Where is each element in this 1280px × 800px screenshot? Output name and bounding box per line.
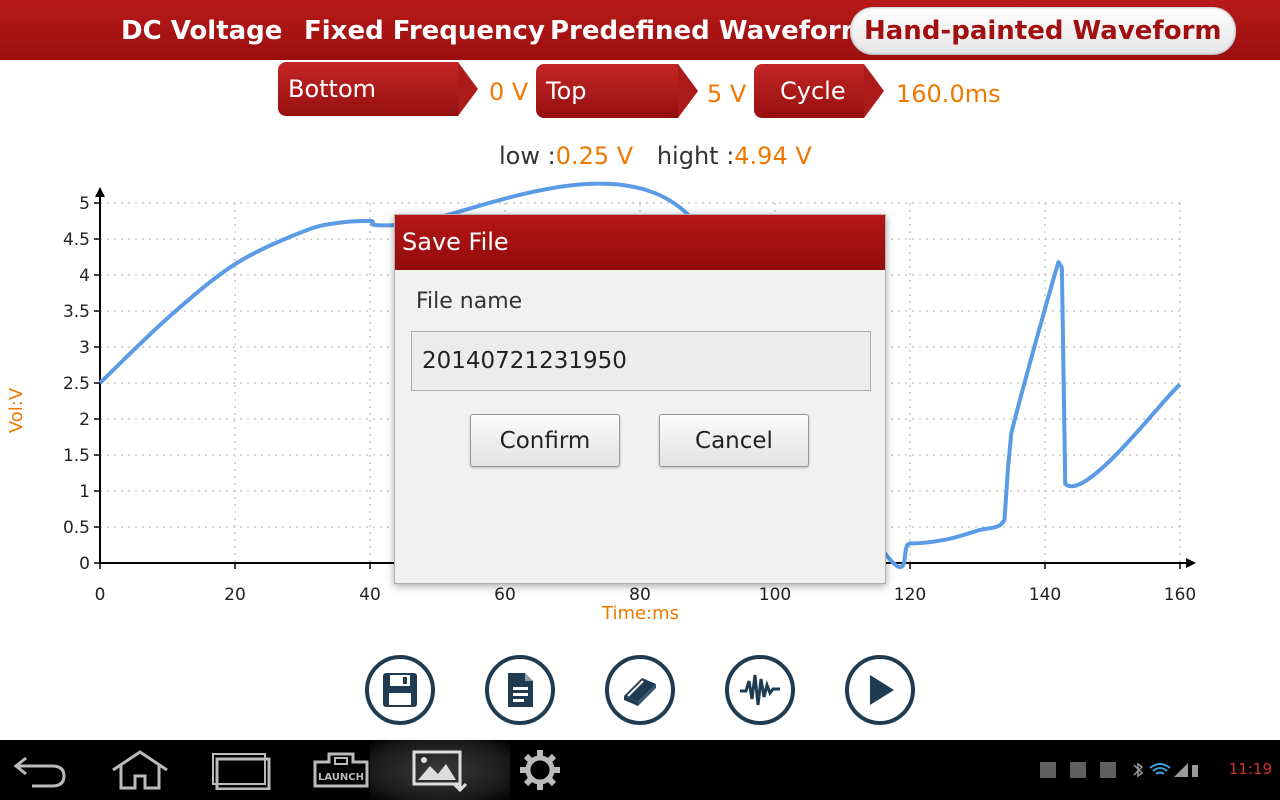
home-button[interactable] xyxy=(108,740,172,800)
file-name-input[interactable] xyxy=(411,331,871,391)
low-label: low : xyxy=(499,142,556,170)
back-button[interactable] xyxy=(10,740,70,800)
screenshot-icon xyxy=(412,750,468,793)
save-button[interactable] xyxy=(365,655,435,725)
eraser-button[interactable] xyxy=(605,655,675,725)
file-name-label: File name xyxy=(416,289,523,314)
screenshot-button[interactable] xyxy=(370,740,510,800)
y-axis-arrow xyxy=(95,187,105,197)
cycle-value: 160.0ms xyxy=(896,80,1001,108)
x-tick-label: 140 xyxy=(1029,585,1061,605)
cancel-button[interactable]: Cancel xyxy=(659,414,809,467)
waveform-icon xyxy=(740,674,780,706)
x-tick-label: 40 xyxy=(359,585,381,605)
y-tick-label: 1 xyxy=(79,482,90,502)
x-tick-label: 20 xyxy=(224,585,246,605)
wifi-icon xyxy=(1149,763,1171,775)
connectivity-icons xyxy=(1133,762,1198,778)
y-tick-label: 2 xyxy=(79,410,90,430)
system-nav-bar: LAUNCH 11:19 xyxy=(0,740,1280,800)
battery-icon xyxy=(1192,765,1198,777)
y-tick-label: 4.5 xyxy=(63,230,90,250)
clock: 11:19 xyxy=(1228,760,1272,778)
high-label: hight : xyxy=(656,142,735,170)
x-axis-arrow xyxy=(1186,558,1196,568)
y-tick-label: 0 xyxy=(79,554,90,574)
x-tick-label: 80 xyxy=(629,585,651,605)
y-tick-label: 0.5 xyxy=(63,518,90,538)
tab-predefined-waveform[interactable]: Predefined Waveform xyxy=(550,8,868,54)
bottom-voltage-value: 0 V xyxy=(489,78,529,106)
screenshot-notification-icon-2 xyxy=(1100,762,1116,778)
recent-apps-icon xyxy=(212,753,271,790)
top-voltage-value: 5 V xyxy=(707,80,747,108)
launch-button[interactable]: LAUNCH xyxy=(306,740,376,800)
settings-button[interactable] xyxy=(512,740,568,800)
y-axis-title: Vol:V xyxy=(6,387,28,434)
play-button[interactable] xyxy=(845,655,915,725)
launch-label: LAUNCH xyxy=(318,772,364,783)
x-tick-label: 0 xyxy=(95,585,106,605)
screenshot-notification-icon xyxy=(1070,762,1086,778)
cycle-button[interactable]: Cycle xyxy=(754,64,884,118)
launch-icon: LAUNCH xyxy=(313,752,369,788)
bluetooth-icon xyxy=(1133,762,1144,778)
x-tick-label: 160 xyxy=(1164,585,1196,605)
open-file-button[interactable] xyxy=(485,655,555,725)
home-icon xyxy=(112,750,168,790)
low-value: 0.25 V xyxy=(555,142,634,170)
y-tick-label: 3.5 xyxy=(63,302,90,322)
x-tick-label: 120 xyxy=(894,585,926,605)
mode-tab-bar: DC Voltage Fixed Frequency Predefined Wa… xyxy=(0,0,1280,60)
tab-fixed-frequency[interactable]: Fixed Frequency xyxy=(304,8,545,54)
tab-hand-painted-waveform[interactable]: Hand-painted Waveform xyxy=(850,7,1236,55)
top-voltage-button[interactable]: Top voltage xyxy=(536,64,698,159)
y-tick-label: 1.5 xyxy=(63,446,90,466)
dialog-title: Save File xyxy=(395,215,885,270)
y-tick-label: 4 xyxy=(79,266,90,286)
file-icon xyxy=(508,673,533,707)
eraser-icon xyxy=(624,678,656,706)
x-axis-title: Time:ms xyxy=(602,603,680,624)
y-tick-label: 3 xyxy=(79,338,90,358)
x-tick-label: 100 xyxy=(759,585,791,605)
gear-icon xyxy=(520,750,560,790)
signal-icon xyxy=(1174,763,1188,777)
save-icon xyxy=(383,673,417,707)
tab-dc-voltage[interactable]: DC Voltage xyxy=(121,8,282,54)
gallery-notification-icon xyxy=(1040,762,1056,778)
x-tick-label: 60 xyxy=(494,585,516,605)
recent-apps-button[interactable] xyxy=(206,740,274,800)
voltage-readout: low :0.25 V hight :4.94 V xyxy=(499,142,812,170)
bottom-voltage-button[interactable]: Bottom voltage xyxy=(278,62,478,157)
status-icons xyxy=(1040,762,1200,778)
play-icon xyxy=(870,675,894,705)
y-tick-label: 5 xyxy=(79,194,90,214)
high-value: 4.94 V xyxy=(734,142,812,170)
save-file-dialog: Save File File name Confirm Cancel xyxy=(394,214,886,584)
confirm-button[interactable]: Confirm xyxy=(470,414,620,467)
back-icon xyxy=(13,756,66,788)
waveform-button[interactable] xyxy=(725,655,795,725)
y-tick-label: 2.5 xyxy=(63,374,90,394)
